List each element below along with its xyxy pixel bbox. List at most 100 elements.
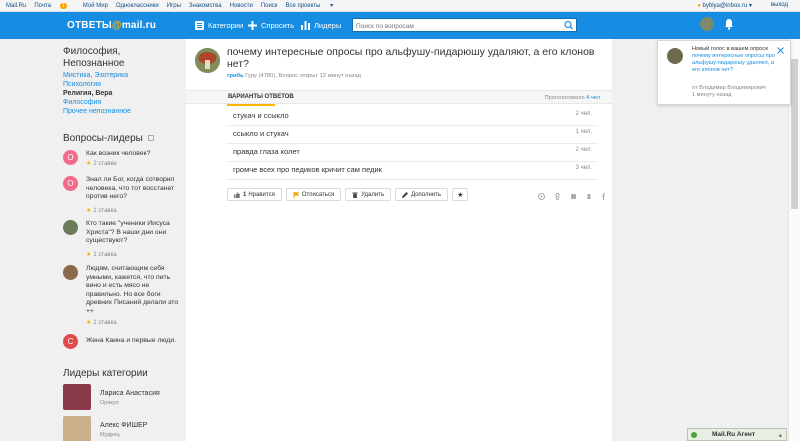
share-vk-icon[interactable] (586, 191, 593, 199)
user-menu[interactable]: ● byblya@inbox.ru ▾ (697, 2, 752, 9)
star-icon: ★ (86, 161, 92, 167)
nav-ask[interactable]: Спросить (248, 19, 294, 31)
leader-question-text[interactable]: Кто такие "ученики Иисуса Христа"? В наш… (86, 220, 182, 246)
nav-categories[interactable]: Категории (195, 19, 243, 31)
notification-link[interactable]: почему интересные опросы про альфушу-пид… (692, 53, 775, 73)
leader-rank: Оракул (100, 400, 119, 406)
category-leaders-title: Лидеры категории (63, 368, 148, 379)
poll-option-count: 2 чел. (575, 147, 592, 153)
avatar: О (63, 176, 78, 191)
portal-link-news[interactable]: Новости (230, 3, 253, 9)
author-avatar[interactable] (195, 48, 220, 73)
avatar (63, 220, 78, 235)
portal-link-ok[interactable]: Одноклассники (116, 3, 159, 9)
site-logo[interactable]: ОТВЕТЫ@mail.ru (67, 20, 156, 31)
favorite-button[interactable]: ★ (452, 188, 469, 201)
pencil-icon (402, 191, 409, 198)
bell-icon[interactable] (724, 18, 734, 30)
poll-option-text: правда глаза колет (233, 147, 300, 156)
question-meta: грибь Гуру (4780), Вопрос открыт 12 мину… (227, 73, 361, 79)
leader-questions-checkbox[interactable] (147, 135, 154, 142)
mailru-agent-bar[interactable]: Mail.Ru Агент ▴ (687, 428, 787, 441)
poll-option-text: стукач и ссыкло (233, 111, 289, 120)
site-header: ОТВЕТЫ@mail.ru Категории Спросить Лидеры (0, 12, 800, 39)
user-email: byblya@inbox.ru (702, 3, 748, 9)
author-link[interactable]: грибь (227, 73, 244, 79)
leader-question-text[interactable]: Людям, считающим себя умными, кажется, ч… (86, 265, 182, 317)
star-icon: ★ (457, 191, 464, 199)
leader-question-rating: ★ 2 ставки (86, 161, 117, 167)
poll-option-text: громче всех про педиков кричит сам педик (233, 165, 382, 174)
category-item-philosophy[interactable]: Философия (63, 98, 131, 107)
notification-text: Новый голос в вашем опросе почему интере… (692, 46, 775, 73)
sidebar: Философия, Непознанное Мистика, Эзотерик… (55, 39, 183, 441)
like-button[interactable]: 1 Нравится (227, 188, 282, 201)
portal-link-all-projects[interactable]: Все проекты ▾ (285, 3, 333, 9)
add-details-button[interactable]: Дополнить (395, 188, 449, 201)
scrollbar-thumb[interactable] (791, 59, 798, 209)
mail-badge: 1 (60, 3, 67, 9)
leader-name[interactable]: Алекс ФИШЕР (100, 422, 147, 429)
agent-status-icon (691, 432, 697, 438)
question-title: почему интересные опросы про альфушу-пид… (227, 46, 595, 70)
notification-time: 1 минуту назад (692, 92, 732, 98)
portal-bar: Mail.Ru Почта 1 Мой Мир Одноклассники Игры Зна… (0, 0, 800, 12)
plus-icon (248, 20, 257, 30)
category-item-psychology[interactable]: Психология (63, 80, 131, 89)
poll-option[interactable]: правда глаза колет 2 чел. (226, 144, 598, 162)
portal-link-games[interactable]: Игры (167, 3, 181, 9)
category-item-religion[interactable]: Религия, Вера (63, 89, 131, 98)
agent-expand-icon[interactable]: ▴ (779, 431, 782, 439)
bar-chart-icon (301, 20, 310, 30)
share-ok-icon[interactable] (554, 191, 561, 201)
portal-link-dating[interactable]: Знакомства (189, 3, 222, 9)
unsubscribe-button[interactable]: Отписаться (285, 188, 342, 201)
thumbs-up-icon (234, 191, 240, 198)
poll-option[interactable]: ссыкло и стукач 1 чел. (226, 126, 598, 144)
poll-option-count: 2 чел. (575, 111, 592, 117)
category-item-mystic[interactable]: Мистика, Эзотерика (63, 71, 131, 80)
portal-link-myworld[interactable]: Мой Мир (83, 3, 108, 9)
nav-leaders[interactable]: Лидеры (301, 19, 341, 31)
portal-link-mail[interactable]: Почта 1 (34, 3, 74, 9)
search-input[interactable] (353, 20, 553, 33)
poll-option[interactable]: громче всех про педиков кричит сам педик… (226, 162, 598, 180)
share-myworld-icon[interactable] (570, 191, 577, 199)
poll-option-count: 3 чел. (575, 165, 592, 171)
portal-link-mailru[interactable]: Mail.Ru (6, 3, 26, 9)
category-item-other[interactable]: Прочее непознанное (63, 107, 131, 116)
leader-questions-title: Вопросы-лидеры (63, 133, 154, 144)
avatar (63, 416, 91, 441)
delete-button[interactable]: Удалить (345, 188, 392, 201)
search-box (352, 18, 577, 33)
flag-icon (293, 191, 299, 198)
leader-question-text[interactable]: Жена Каина и первые люди. (86, 337, 182, 346)
leader-name[interactable]: Лариса Анастасия (100, 390, 160, 397)
tab-underline (227, 104, 275, 106)
poll-header: ВАРИАНТЫ ОТВЕТОВ Проголосовало 4 чел (186, 90, 612, 106)
notification-popup[interactable]: Новый голос в вашем опросе почему интере… (657, 40, 791, 105)
leader-question-rating: ★ 1 ставка (86, 320, 117, 326)
leader-question-text[interactable]: Как возник человек? (86, 150, 182, 159)
user-status-dot: ● (697, 3, 701, 9)
poll-variants-tab[interactable]: ВАРИАНТЫ ОТВЕТОВ (228, 94, 294, 100)
share-mail-icon[interactable] (538, 191, 545, 200)
star-icon: ★ (86, 320, 92, 326)
logout-link[interactable]: выход (771, 2, 788, 8)
poll-option[interactable]: стукач и ссыкло 2 чел. (226, 108, 598, 126)
avatar (63, 265, 78, 280)
portal-links: Mail.Ru Почта 1 Мой Мир Одноклассники Игры Зна… (6, 2, 341, 9)
share-facebook-icon[interactable] (600, 191, 607, 200)
leader-rank: Мудрец (100, 432, 120, 438)
avatar: C (63, 334, 78, 349)
poll-option-text: ссыкло и стукач (233, 129, 289, 138)
search-icon[interactable] (562, 19, 576, 31)
close-icon[interactable] (777, 45, 784, 54)
leader-question-text[interactable]: Знал ли Бог, когда сотворил человека, чт… (86, 176, 182, 202)
user-avatar[interactable] (700, 17, 714, 31)
star-icon: ★ (86, 252, 92, 258)
category-title: Философия, Непознанное (63, 46, 125, 69)
portal-link-search[interactable]: Поиск (261, 3, 278, 9)
poll-option-count: 1 чел. (575, 129, 592, 135)
leader-question-rating: ★ 1 ставка (86, 208, 117, 214)
